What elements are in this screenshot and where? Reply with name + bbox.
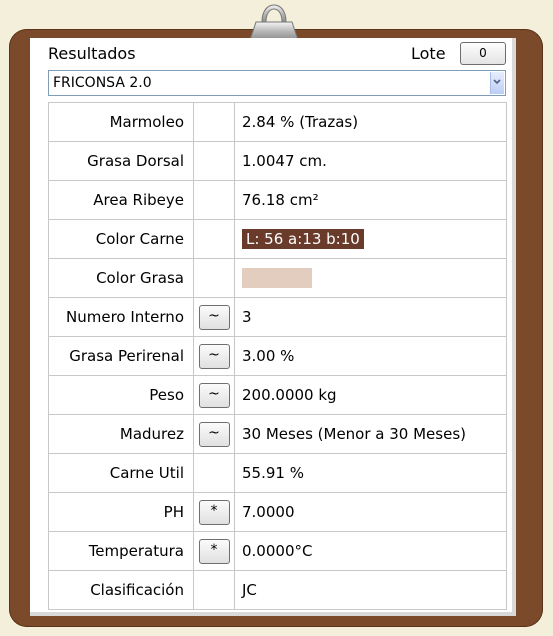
lote-label: Lote bbox=[411, 44, 446, 63]
row-button-cell bbox=[193, 102, 235, 142]
row-value: 0.0000°C bbox=[242, 542, 313, 560]
panel-title: Resultados bbox=[48, 44, 136, 63]
row-value-cell: 200.0000 kg bbox=[234, 375, 507, 415]
row-value: 2.84 % (Trazas) bbox=[242, 113, 359, 131]
table-row: Numero Interno ~3 bbox=[48, 297, 507, 337]
row-value-cell: JC bbox=[234, 570, 507, 610]
row-value: 1.0047 cm. bbox=[242, 152, 327, 170]
color-grasa-swatch bbox=[242, 268, 312, 288]
row-value-cell: 30 Meses (Menor a 30 Meses) bbox=[234, 414, 507, 454]
row-value: 30 Meses (Menor a 30 Meses) bbox=[242, 425, 466, 443]
row-value-cell: 1.0047 cm. bbox=[234, 141, 507, 181]
row-label: Carne Util bbox=[48, 453, 194, 493]
row-label: Temperatura bbox=[48, 531, 194, 571]
table-row: Grasa Dorsal 1.0047 cm. bbox=[48, 141, 507, 181]
table-row: Color Carne L: 56 a:13 b:10 bbox=[48, 219, 507, 259]
row-value-cell bbox=[234, 258, 507, 298]
row-value: 7.0000 bbox=[242, 503, 295, 521]
row-value-cell: 55.91 % bbox=[234, 453, 507, 493]
row-value-cell: 76.18 cm² bbox=[234, 180, 507, 220]
table-row: PH * 7.0000 bbox=[48, 492, 507, 532]
row-button-cell bbox=[193, 219, 235, 259]
row-label: Peso bbox=[48, 375, 194, 415]
row-value-cell: 0.0000°C bbox=[234, 531, 507, 571]
row-value-cell: L: 56 a:13 b:10 bbox=[234, 219, 507, 259]
edit-button[interactable]: * bbox=[198, 499, 230, 525]
table-row: Peso ~200.0000 kg bbox=[48, 375, 507, 415]
row-button-cell: * bbox=[193, 492, 235, 532]
table-row: Area Ribeye 76.18 cm² bbox=[48, 180, 507, 220]
edit-button[interactable]: * bbox=[198, 538, 230, 564]
edit-button[interactable]: ~ bbox=[198, 421, 230, 447]
row-value: 76.18 cm² bbox=[242, 191, 319, 209]
row-button-cell: ~ bbox=[193, 297, 235, 337]
row-label: Clasificación bbox=[48, 570, 194, 610]
row-value: JC bbox=[242, 581, 257, 599]
color-carne-value: L: 56 a:13 b:10 bbox=[242, 229, 364, 249]
row-label: Area Ribeye bbox=[48, 180, 194, 220]
row-button-cell: ~ bbox=[193, 414, 235, 454]
row-button-cell bbox=[193, 570, 235, 610]
row-button-cell bbox=[193, 453, 235, 493]
chevron-down-icon bbox=[493, 79, 501, 85]
row-label: Grasa Dorsal bbox=[48, 141, 194, 181]
row-label: PH bbox=[48, 492, 194, 532]
table-row: Carne Util 55.91 % bbox=[48, 453, 507, 493]
edit-button[interactable]: ~ bbox=[198, 382, 230, 408]
row-value: 55.91 % bbox=[242, 464, 304, 482]
row-button-cell: ~ bbox=[193, 336, 235, 376]
model-select[interactable]: FRICONSA 2.0 bbox=[48, 70, 506, 96]
results-panel: Resultados Lote 0 FRICONSA 2.0 Marmoleo 2… bbox=[30, 38, 516, 616]
row-value-cell: 7.0000 bbox=[234, 492, 507, 532]
row-label: Madurez bbox=[48, 414, 194, 454]
row-value-cell: 2.84 % (Trazas) bbox=[234, 102, 507, 142]
table-row: Grasa Perirenal ~3.00 % bbox=[48, 336, 507, 376]
row-button-cell: * bbox=[193, 531, 235, 571]
row-value: 3.00 % bbox=[242, 347, 295, 365]
table-row: Color Grasa bbox=[48, 258, 507, 298]
row-value: 200.0000 kg bbox=[242, 386, 337, 404]
row-label: Numero Interno bbox=[48, 297, 194, 337]
row-button-cell bbox=[193, 141, 235, 181]
row-button-cell: ~ bbox=[193, 375, 235, 415]
row-button-cell bbox=[193, 180, 235, 220]
row-label: Color Carne bbox=[48, 219, 194, 259]
row-value: 3 bbox=[242, 308, 252, 326]
row-label: Grasa Perirenal bbox=[48, 336, 194, 376]
row-value-cell: 3 bbox=[234, 297, 507, 337]
model-select-value: FRICONSA 2.0 bbox=[53, 75, 152, 91]
edit-button[interactable]: ~ bbox=[198, 343, 230, 369]
row-button-cell bbox=[193, 258, 235, 298]
table-row: Marmoleo 2.84 % (Trazas) bbox=[48, 102, 507, 142]
row-value-cell: 3.00 % bbox=[234, 336, 507, 376]
table-row: Temperatura * 0.0000°C bbox=[48, 531, 507, 571]
edit-button[interactable]: ~ bbox=[198, 304, 230, 330]
table-row: Madurez ~30 Meses (Menor a 30 Meses) bbox=[48, 414, 507, 454]
lote-button[interactable]: 0 bbox=[460, 42, 506, 65]
results-table: Marmoleo 2.84 % (Trazas) Grasa Dorsal 1.004… bbox=[48, 102, 507, 610]
table-row: Clasificación JC bbox=[48, 570, 507, 610]
row-label: Marmoleo bbox=[48, 102, 194, 142]
dropdown-arrow[interactable] bbox=[490, 72, 504, 94]
row-label: Color Grasa bbox=[48, 258, 194, 298]
